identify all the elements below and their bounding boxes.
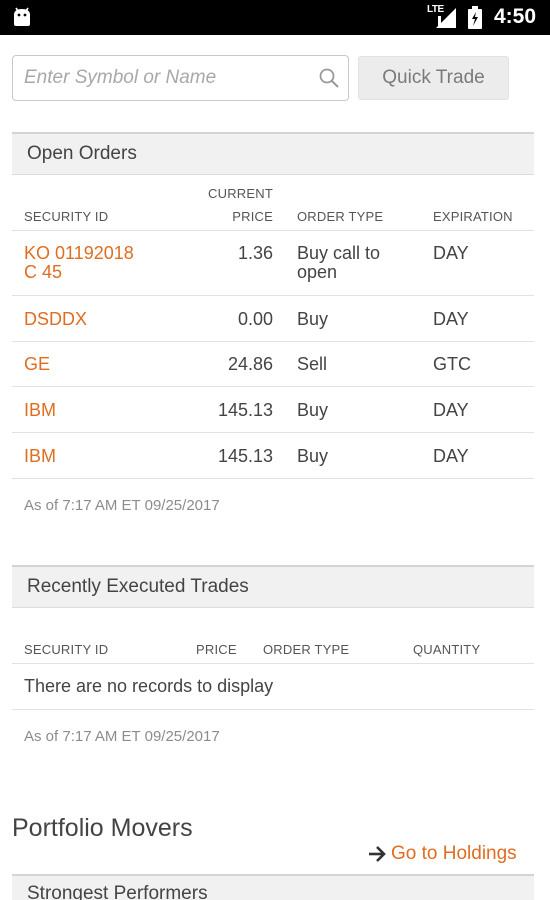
- expiration-cell: GTC: [433, 354, 471, 374]
- divider: [12, 230, 534, 231]
- col-price: PRICE: [196, 642, 237, 657]
- expiration-cell: DAY: [433, 309, 469, 329]
- order-type-cell: Buy call to: [297, 243, 381, 263]
- search-icon[interactable]: [318, 67, 340, 89]
- divider: [12, 478, 534, 479]
- signal-icon: [436, 8, 456, 28]
- col-security-id: SECURITY ID: [24, 209, 109, 224]
- order-type-cell-cont: open: [297, 262, 338, 282]
- arrow-right-icon: [369, 846, 386, 862]
- quick-trade-button[interactable]: Quick Trade: [358, 56, 509, 100]
- security-link[interactable]: IBM: [24, 400, 56, 420]
- divider: [12, 386, 534, 387]
- divider: [12, 295, 534, 296]
- open-orders-header: Open Orders: [12, 132, 534, 175]
- expiration-cell: DAY: [433, 243, 469, 263]
- portfolio-movers-title: Portfolio Movers: [12, 814, 193, 842]
- go-to-holdings-link[interactable]: Go to Holdings: [367, 843, 517, 865]
- search-box: [12, 55, 349, 101]
- clock: 4:50: [494, 5, 537, 28]
- empty-message: There are no records to display: [24, 676, 274, 696]
- recent-trades-header: Recently Executed Trades: [12, 565, 534, 608]
- col-expiration: EXPIRATION: [433, 209, 513, 224]
- price-cell: 1.36: [237, 243, 273, 263]
- strongest-performers-header: Strongest Performers: [12, 874, 534, 900]
- divider: [12, 663, 534, 664]
- order-type-cell: Buy: [297, 446, 329, 466]
- expiration-cell: DAY: [433, 446, 469, 466]
- price-cell: 145.13: [217, 446, 273, 466]
- price-cell: 24.86: [227, 354, 273, 374]
- status-bar: LTE 4:50: [0, 0, 550, 35]
- security-link[interactable]: DSDDX: [24, 309, 87, 329]
- recent-trades-timestamp: As of 7:17 AM ET 09/25/2017: [24, 728, 220, 745]
- col-order-type: ORDER TYPE: [263, 642, 350, 657]
- search-input[interactable]: [14, 57, 304, 99]
- col-price: PRICE: [232, 209, 273, 224]
- open-orders-timestamp: As of 7:17 AM ET 09/25/2017: [24, 497, 220, 514]
- security-link[interactable]: GE: [24, 354, 50, 374]
- security-link[interactable]: IBM: [24, 446, 56, 466]
- order-type-cell: Sell: [297, 354, 328, 374]
- divider: [12, 341, 534, 342]
- divider: [12, 432, 534, 433]
- security-link[interactable]: KO 01192018: [24, 243, 134, 263]
- col-current: CURRENT: [208, 186, 273, 201]
- expiration-cell: DAY: [433, 400, 469, 420]
- go-to-holdings-label: Go to Holdings: [391, 843, 517, 864]
- order-type-cell: Buy: [297, 309, 329, 329]
- battery-icon: [468, 6, 482, 29]
- price-cell: 145.13: [217, 400, 273, 420]
- divider: [12, 709, 534, 710]
- order-type-cell: Buy: [297, 400, 329, 420]
- price-cell: 0.00: [237, 309, 273, 329]
- col-order-type: ORDER TYPE: [297, 209, 384, 224]
- security-link-cont[interactable]: C 45: [24, 262, 62, 282]
- android-icon: [14, 7, 30, 26]
- col-quantity: QUANTITY: [413, 642, 481, 657]
- col-security-id: SECURITY ID: [24, 642, 109, 657]
